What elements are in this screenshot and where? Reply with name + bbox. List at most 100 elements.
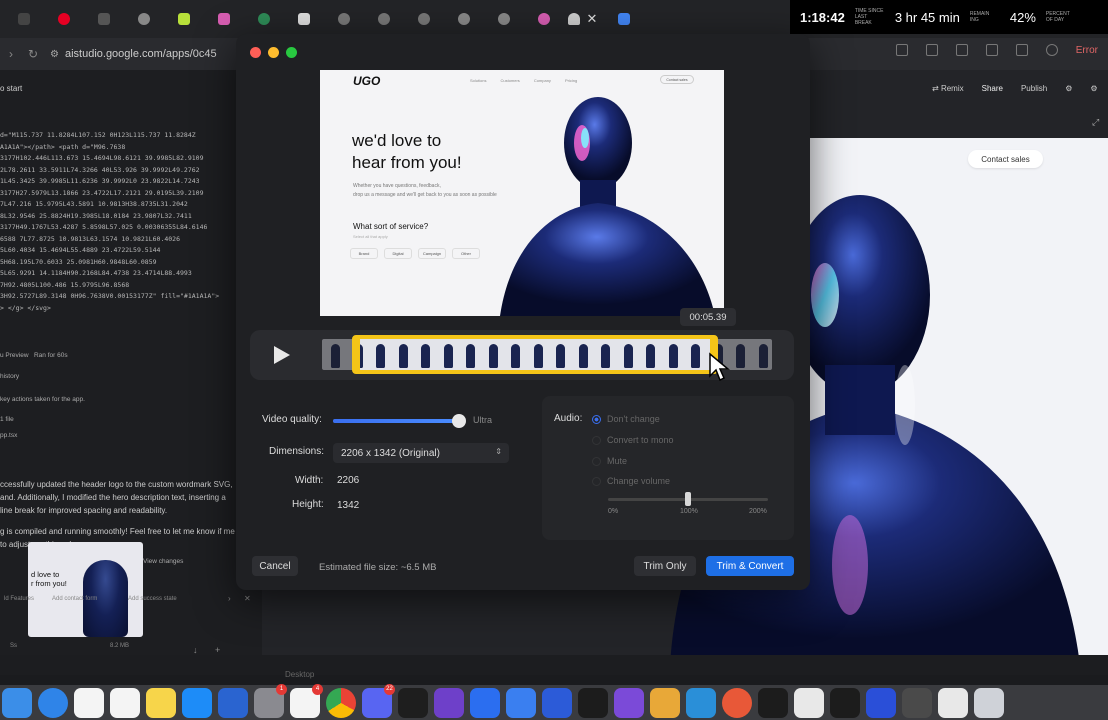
extension-icon[interactable]	[985, 44, 998, 56]
app-icon[interactable]	[866, 687, 896, 718]
suggestion-chip[interactable]: Add success state	[128, 596, 177, 602]
url-field[interactable]: ⚙ aistudio.google.com/apps/0c45	[50, 44, 217, 64]
audio-option-dont-change[interactable]: Don't change	[592, 414, 660, 424]
close-window-button[interactable]	[250, 47, 261, 58]
suggestion-chip[interactable]: Add contact form	[52, 596, 97, 602]
browser-tab[interactable]	[404, 6, 444, 32]
app-icon[interactable]	[506, 687, 536, 718]
height-label: Height:	[292, 499, 324, 510]
browser-tab[interactable]	[604, 6, 644, 32]
dimensions-select[interactable]: 2206 x 1342 (Original) ⇕	[333, 443, 509, 463]
browser-tab[interactable]	[4, 6, 44, 32]
file-name[interactable]: pp.tsx	[0, 432, 17, 439]
forward-icon[interactable]: ›	[0, 47, 22, 61]
mouse-cursor-icon	[709, 352, 730, 382]
suggestion-chip[interactable]: ld Features	[4, 596, 34, 602]
zoom-window-button[interactable]	[286, 47, 297, 58]
volume-slider-knob[interactable]	[685, 492, 691, 506]
notion-icon[interactable]: 4	[290, 683, 323, 718]
browser-tab[interactable]	[84, 6, 124, 32]
extension-icon[interactable]	[955, 44, 968, 56]
reminders-icon[interactable]	[110, 687, 140, 718]
app-icon[interactable]	[794, 687, 824, 718]
browser-tab[interactable]	[444, 6, 484, 32]
back-to-start-link[interactable]: o start	[0, 84, 22, 93]
browser-tab[interactable]	[164, 6, 204, 32]
activity-monitor-icon[interactable]	[578, 687, 608, 718]
browser-tab[interactable]	[284, 6, 324, 32]
trim-only-button[interactable]: Trim Only	[634, 556, 696, 576]
browser-tab[interactable]	[324, 6, 364, 32]
play-icon[interactable]	[270, 344, 292, 366]
trim-selection-handle[interactable]	[352, 335, 718, 374]
figma-icon[interactable]	[398, 687, 428, 718]
app-icon[interactable]	[830, 687, 860, 718]
error-indicator[interactable]: Error	[1076, 45, 1098, 56]
browser-tab[interactable]	[484, 6, 524, 32]
browser-tab[interactable]	[524, 6, 564, 32]
browser-tab[interactable]	[124, 6, 164, 32]
calendar-icon[interactable]	[74, 687, 104, 718]
browser-tab[interactable]	[204, 6, 244, 32]
close-tab-icon[interactable]: ✕	[584, 11, 600, 27]
browser-tab[interactable]	[364, 6, 404, 32]
chrome-icon[interactable]	[326, 687, 356, 718]
app-icon[interactable]	[686, 687, 716, 718]
expand-icon[interactable]: ⤢	[1092, 117, 1099, 128]
width-field[interactable]: 2206	[333, 471, 393, 489]
browser-tab[interactable]	[244, 6, 284, 32]
trim-convert-button[interactable]: Trim & Convert	[706, 556, 794, 576]
trash-icon[interactable]	[974, 687, 1004, 718]
app-icon[interactable]	[542, 687, 572, 718]
cancel-button[interactable]: Cancel	[252, 556, 298, 576]
add-icon[interactable]: +	[215, 645, 220, 655]
discord-icon[interactable]: 22	[362, 683, 395, 718]
reload-icon[interactable]: ↻	[22, 47, 44, 61]
app-icon[interactable]	[938, 687, 968, 718]
app-icon[interactable]	[614, 687, 644, 718]
history-label[interactable]: history	[0, 373, 19, 380]
remix-button[interactable]: ⇄ Remix	[932, 84, 964, 93]
audio-option-mono[interactable]: Convert to mono	[592, 435, 674, 445]
video-nav: Solutions Customers Company Pricing	[470, 78, 578, 83]
extension-icon[interactable]	[925, 44, 938, 56]
select-arrows-icon: ⇕	[495, 447, 502, 456]
height-field[interactable]: 1342	[333, 496, 393, 514]
github-desktop-icon[interactable]	[434, 687, 464, 718]
settings-icon[interactable]: ⚙	[1065, 84, 1072, 93]
audio-option-change-volume[interactable]: Change volume	[592, 476, 670, 486]
app-icon[interactable]	[902, 687, 932, 718]
extension-icon[interactable]	[895, 44, 908, 56]
safari-icon[interactable]	[38, 687, 68, 718]
publish-button[interactable]: Publish	[1021, 84, 1047, 93]
app-icon[interactable]	[722, 687, 752, 718]
share-button[interactable]: Share	[982, 84, 1003, 93]
more-icon[interactable]: ⚙	[1090, 84, 1097, 93]
view-changes-link[interactable]: View changes	[143, 558, 183, 565]
app-store-icon[interactable]	[182, 687, 212, 718]
audio-option-mute[interactable]: Mute	[592, 456, 627, 466]
app-icon[interactable]	[470, 687, 500, 718]
site-settings-icon[interactable]: ⚙	[50, 49, 59, 60]
download-icon[interactable]: ↓	[193, 645, 198, 655]
system-settings-icon[interactable]: 1	[254, 683, 287, 718]
finder-icon[interactable]	[2, 687, 32, 718]
app-icon[interactable]	[758, 687, 788, 718]
minimize-window-button[interactable]	[268, 47, 279, 58]
download-icon[interactable]	[1015, 44, 1028, 56]
chevron-right-icon[interactable]: ›	[228, 594, 231, 603]
app-icon[interactable]	[218, 687, 248, 718]
video-quality-slider[interactable]	[333, 414, 467, 428]
close-icon[interactable]: ✕	[244, 594, 251, 603]
notes-icon[interactable]	[146, 687, 176, 718]
app-icon[interactable]	[650, 687, 680, 718]
preview-thumbnail[interactable]: d love to r from you!	[28, 542, 143, 637]
video-preview[interactable]: UGO Solutions Customers Company Pricing …	[320, 70, 724, 316]
volume-slider[interactable]	[608, 492, 768, 506]
browser-tab-active[interactable]: ✕	[564, 6, 604, 32]
contact-sales-button[interactable]: Contact sales	[968, 150, 1043, 168]
quality-slider-knob[interactable]	[452, 414, 467, 428]
browser-toolbar: Error	[895, 44, 1098, 56]
profile-icon[interactable]	[1045, 44, 1058, 56]
browser-tab[interactable]	[44, 6, 84, 32]
